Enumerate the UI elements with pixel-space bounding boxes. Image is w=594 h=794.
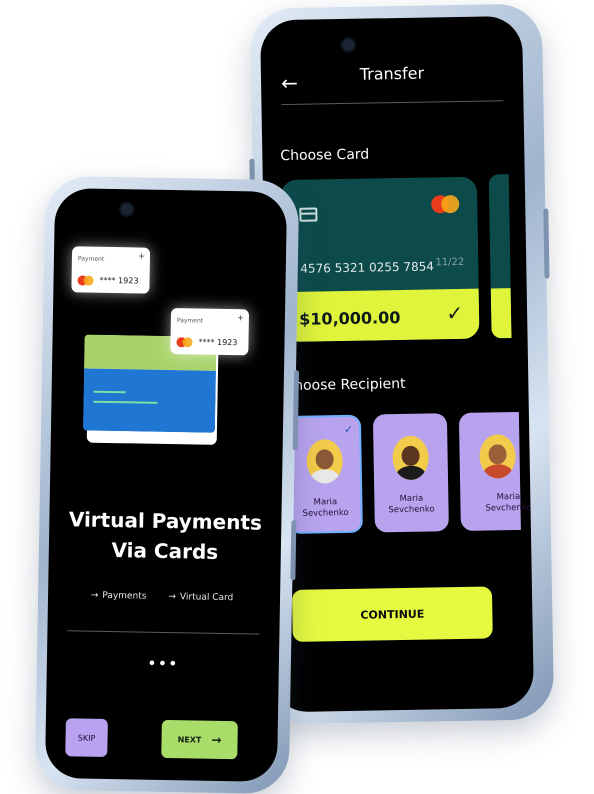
mini-card-label: Payment bbox=[176, 317, 204, 325]
recipient-name: Maria Sevchenko bbox=[290, 497, 360, 520]
recipient-last-name: Sevchenko bbox=[485, 502, 532, 514]
transfer-screen: ← Transfer Choose Card 4576 5321 0255 78… bbox=[259, 15, 535, 713]
avatar bbox=[306, 439, 344, 484]
feature-item: → Payments bbox=[91, 591, 151, 602]
continue-button[interactable]: CONTINUE bbox=[291, 586, 493, 642]
feature-item: → Virtual Card bbox=[168, 592, 237, 603]
next-card-peek[interactable] bbox=[488, 174, 512, 339]
divider bbox=[67, 630, 260, 635]
payment-mini-card: Payment + **** 1923 bbox=[71, 246, 151, 294]
skip-button[interactable]: SKIP bbox=[65, 718, 108, 757]
avatar bbox=[479, 434, 517, 479]
mastercard-icon bbox=[431, 194, 461, 216]
card-number: 4576 5321 0255 7854 bbox=[300, 259, 435, 276]
feature-list: → Payments → Virtual Card bbox=[48, 590, 280, 604]
page-title: Transfer bbox=[359, 63, 425, 84]
camera-icon bbox=[340, 36, 357, 54]
recipient-card[interactable]: ✓ Maria Sevchenko bbox=[286, 414, 363, 534]
mastercard-icon bbox=[77, 275, 94, 286]
check-icon: ✓ bbox=[446, 300, 464, 326]
card-icon bbox=[299, 207, 318, 222]
camera-icon bbox=[118, 201, 135, 218]
recipient-card[interactable]: Maria Sevchenko bbox=[372, 413, 449, 533]
onboarding-screen: Payment + **** 1923 Payment + **** 1923 … bbox=[44, 188, 288, 782]
recipient-card[interactable]: Maria Sevchenko bbox=[458, 411, 532, 531]
arrow-right-icon: → bbox=[90, 590, 99, 601]
mini-card-number: **** 1923 bbox=[198, 337, 238, 348]
feature-label: Virtual Card bbox=[179, 592, 234, 604]
choose-card-label: Choose Card bbox=[280, 146, 370, 165]
next-button[interactable]: NEXT → bbox=[161, 719, 238, 760]
recipient-last-name: Sevchenko bbox=[302, 507, 349, 519]
check-icon: ✓ bbox=[343, 422, 354, 437]
card-expiry: 11/22 bbox=[435, 256, 465, 269]
recipient-name: Maria Sevchenko bbox=[374, 493, 448, 516]
arrow-right-icon: → bbox=[211, 732, 222, 747]
pager-dots[interactable]: ••• bbox=[47, 652, 279, 675]
plus-icon: + bbox=[138, 251, 146, 261]
payment-card[interactable]: 4576 5321 0255 7854 11/22 $10,000.00 ✓ bbox=[280, 176, 480, 343]
headline: Virtual Payments Via Cards bbox=[49, 504, 282, 568]
side-button bbox=[290, 520, 297, 581]
card-balance: $10,000.00 bbox=[299, 308, 401, 329]
choose-recipient-label: Choose Recipient bbox=[284, 375, 406, 395]
phone-onboarding: Payment + **** 1923 Payment + **** 1923 … bbox=[34, 175, 300, 794]
recipient-name: Maria Sevchenko bbox=[478, 492, 534, 515]
divider bbox=[281, 100, 504, 106]
avatar bbox=[392, 435, 430, 481]
next-label: NEXT bbox=[177, 734, 202, 745]
headline-line-2: Via Cards bbox=[111, 538, 219, 564]
feature-label: Payments bbox=[102, 590, 147, 602]
arrow-right-icon: → bbox=[168, 592, 177, 603]
recipient-last-name: Sevchenko bbox=[388, 504, 435, 516]
mini-card-label: Payment bbox=[77, 255, 105, 263]
plus-icon: + bbox=[237, 313, 245, 323]
mastercard-icon bbox=[176, 337, 193, 348]
mini-card-number: **** 1923 bbox=[99, 275, 139, 286]
headline-line-1: Virtual Payments bbox=[68, 507, 263, 535]
power-button bbox=[543, 208, 550, 279]
payment-mini-card: Payment + **** 1923 bbox=[170, 308, 250, 356]
